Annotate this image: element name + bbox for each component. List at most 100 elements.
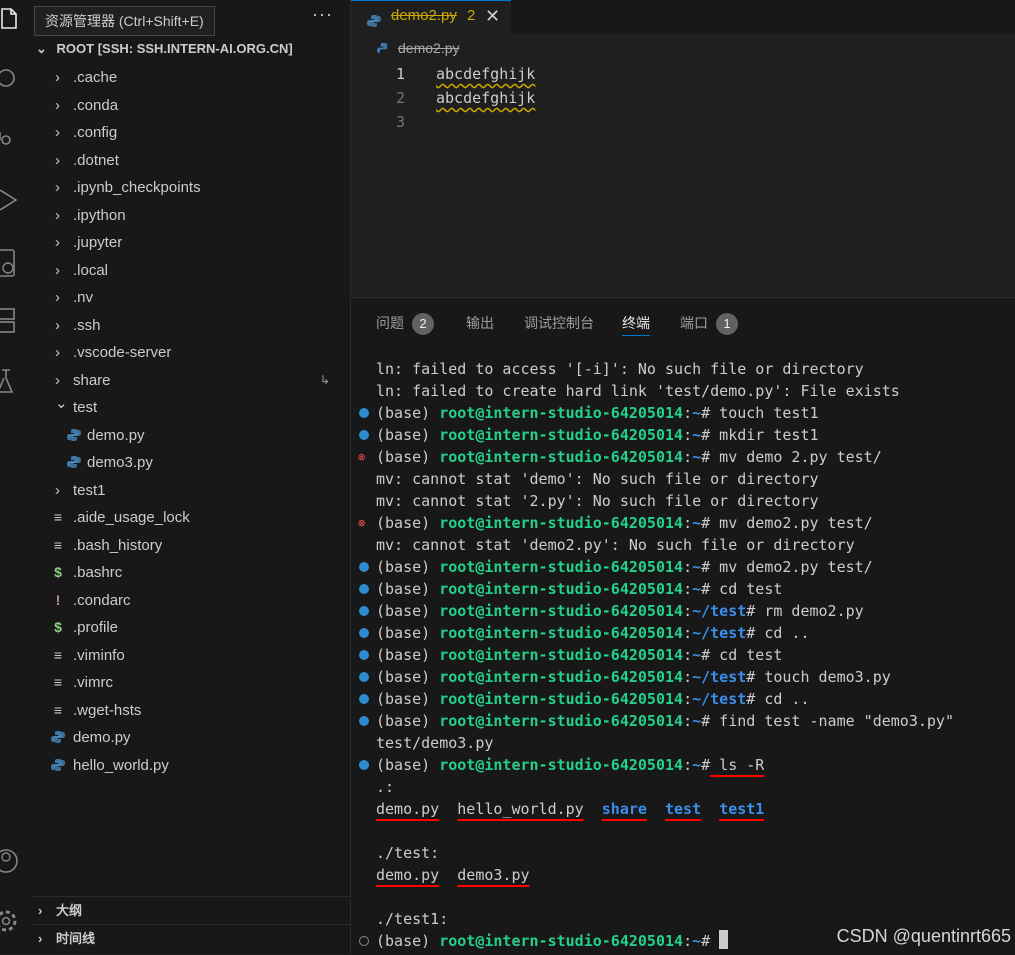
tree-item[interactable]: $ .profile	[31, 614, 350, 642]
python-file-icon	[367, 9, 381, 39]
panel-tab[interactable]: 输出	[466, 311, 494, 335]
command-error-icon[interactable]: ⊗	[358, 512, 365, 534]
panel-tab[interactable]: 终端	[622, 311, 650, 336]
tree-item[interactable]: demo.py	[31, 724, 350, 752]
command-error-icon[interactable]: ⊗	[358, 446, 365, 468]
outline-section[interactable]: › 大纲	[31, 896, 350, 925]
tree-item-label: .condarc	[73, 591, 131, 609]
terminal-text: ./test1:	[376, 910, 449, 928]
prompt-user-host: root@intern-studio-64205014	[439, 668, 684, 686]
command-success-dot-icon[interactable]	[359, 562, 369, 572]
command-success-dot-icon[interactable]	[359, 408, 369, 418]
terminal-text: ./test:	[376, 844, 440, 862]
prompt-hash: #	[701, 514, 711, 532]
ls-file: demo.py	[376, 800, 440, 818]
outline-label: 大纲	[56, 903, 83, 918]
tree-item-label: .dotnet	[73, 151, 119, 169]
tree-item[interactable]: ≡ .bash_history	[31, 532, 350, 560]
prompt-path: ~	[692, 756, 702, 774]
tree-item[interactable]: › .cache	[31, 64, 350, 92]
remote-explorer-icon[interactable]	[0, 248, 22, 277]
tree-item-label: demo.py	[73, 729, 131, 746]
command-text: find test -name "demo3.py"	[710, 712, 954, 730]
timeline-section[interactable]: › 时间线	[31, 924, 350, 953]
panel-tab[interactable]: 调试控制台	[524, 311, 594, 335]
command-success-dot-icon[interactable]	[359, 716, 369, 726]
tree-item-label: .ssh	[73, 316, 101, 334]
terminal-text: mv: cannot stat 'demo2.py': No such file…	[376, 536, 855, 554]
text-file-icon: ≡	[53, 509, 63, 525]
tree-item[interactable]: › test1	[31, 477, 350, 505]
testing-icon[interactable]	[0, 368, 22, 393]
tree-item[interactable]: ! .condarc	[31, 587, 350, 615]
search-icon[interactable]	[0, 66, 22, 90]
tree-item[interactable]: › .nv	[31, 284, 350, 312]
tree-item[interactable]: › .conda	[31, 92, 350, 120]
settings-gear-icon[interactable]	[0, 905, 22, 932]
command-success-dot-icon[interactable]	[359, 650, 369, 660]
command-success-dot-icon[interactable]	[359, 584, 369, 594]
tree-item[interactable]: hello_world.py	[31, 752, 350, 780]
tree-item[interactable]: › share ↳	[31, 367, 350, 395]
terminal[interactable]: ln: failed to access '[-i]': No such fil…	[351, 358, 1015, 952]
tree-item[interactable]: demo3.py	[31, 449, 350, 477]
prompt-user-host: root@intern-studio-64205014	[439, 602, 684, 620]
command-success-dot-icon[interactable]	[359, 430, 369, 440]
terminal-text: demo.py hello_world.py share test test1	[376, 798, 764, 820]
source-control-icon[interactable]	[0, 126, 22, 150]
chevron-right-icon: ›	[55, 124, 60, 141]
prompt-env: (base)	[376, 404, 440, 422]
tree-item[interactable]: › .ipython	[31, 202, 350, 230]
run-debug-icon[interactable]	[0, 186, 22, 211]
terminal-text: (base) root@intern-studio-64205014:~# mk…	[376, 424, 819, 446]
panel-tab[interactable]: 问题 2	[376, 311, 434, 335]
tree-item[interactable]: ≡ .aide_usage_lock	[31, 504, 350, 532]
prompt-env: (base)	[376, 712, 440, 730]
tree-item-label: .cache	[73, 69, 118, 86]
prompt-colon: :	[683, 580, 693, 598]
command-success-dot-icon[interactable]	[359, 672, 369, 682]
tree-item[interactable]: ≡ .viminfo	[31, 642, 350, 670]
tree-item[interactable]: demo.py	[31, 422, 350, 450]
tree-item[interactable]: › .dotnet	[31, 147, 350, 175]
explorer-root-header[interactable]: ⌄ ROOT [SSH: SSH.INTERN-AI.ORG.CN]	[36, 41, 293, 57]
tree-item[interactable]: › .vscode-server	[31, 339, 350, 367]
prompt-colon: :	[683, 712, 693, 730]
terminal-text: ln: failed to create hard link 'test/dem…	[376, 382, 900, 400]
prompt-hash: #	[701, 448, 711, 466]
prompt-colon: :	[683, 448, 693, 466]
tree-item[interactable]: ≡ .wget-hsts	[31, 697, 350, 725]
terminal-line: (base) root@intern-studio-64205014:~# mv…	[351, 556, 1015, 578]
terminal-cursor	[719, 930, 729, 949]
extensions-icon[interactable]	[0, 306, 22, 333]
explorer-icon[interactable]	[0, 6, 22, 30]
tree-item[interactable]: › .jupyter	[31, 229, 350, 257]
tree-item[interactable]: ⌄ test	[31, 394, 350, 422]
command-success-dot-icon[interactable]	[359, 760, 369, 770]
explorer-more-actions-icon[interactable]: ···	[312, 4, 333, 25]
bottom-panel: 问题 2 输出 调试控制台 终端 端口 1 ln: failed to access '[-…	[351, 297, 1015, 955]
breadcrumb[interactable]: demo2.py	[398, 40, 459, 56]
chevron-down-icon: ⌄	[55, 395, 68, 412]
tree-item[interactable]: › .local	[31, 257, 350, 285]
terminal-line: (base) root@intern-studio-64205014:~# cd…	[351, 578, 1015, 600]
tab-demo2-py[interactable]: demo2.py 2 ✕	[351, 0, 511, 34]
chevron-right-icon: ›	[55, 206, 60, 224]
terminal-line: demo.py demo3.py	[351, 864, 1015, 886]
terminal-line: ./test:	[351, 842, 1015, 864]
prompt-hash: #	[746, 602, 756, 620]
tree-item[interactable]: › .ipynb_checkpoints	[31, 174, 350, 202]
tree-item[interactable]: ≡ .vimrc	[31, 669, 350, 697]
panel-tab[interactable]: 端口 1	[680, 311, 738, 335]
command-success-dot-icon[interactable]	[359, 628, 369, 638]
command-success-dot-icon[interactable]	[359, 694, 369, 704]
tree-item[interactable]: › .config	[31, 119, 350, 147]
tree-item[interactable]: $ .bashrc	[31, 559, 350, 587]
command-success-dot-icon[interactable]	[359, 606, 369, 616]
tree-item[interactable]: › .ssh	[31, 312, 350, 340]
account-icon[interactable]	[0, 845, 22, 873]
close-icon[interactable]: ✕	[485, 1, 500, 31]
prompt-hash: #	[701, 426, 711, 444]
prompt-env: (base)	[376, 932, 440, 950]
tree-item-label: .bash_history	[73, 536, 163, 554]
